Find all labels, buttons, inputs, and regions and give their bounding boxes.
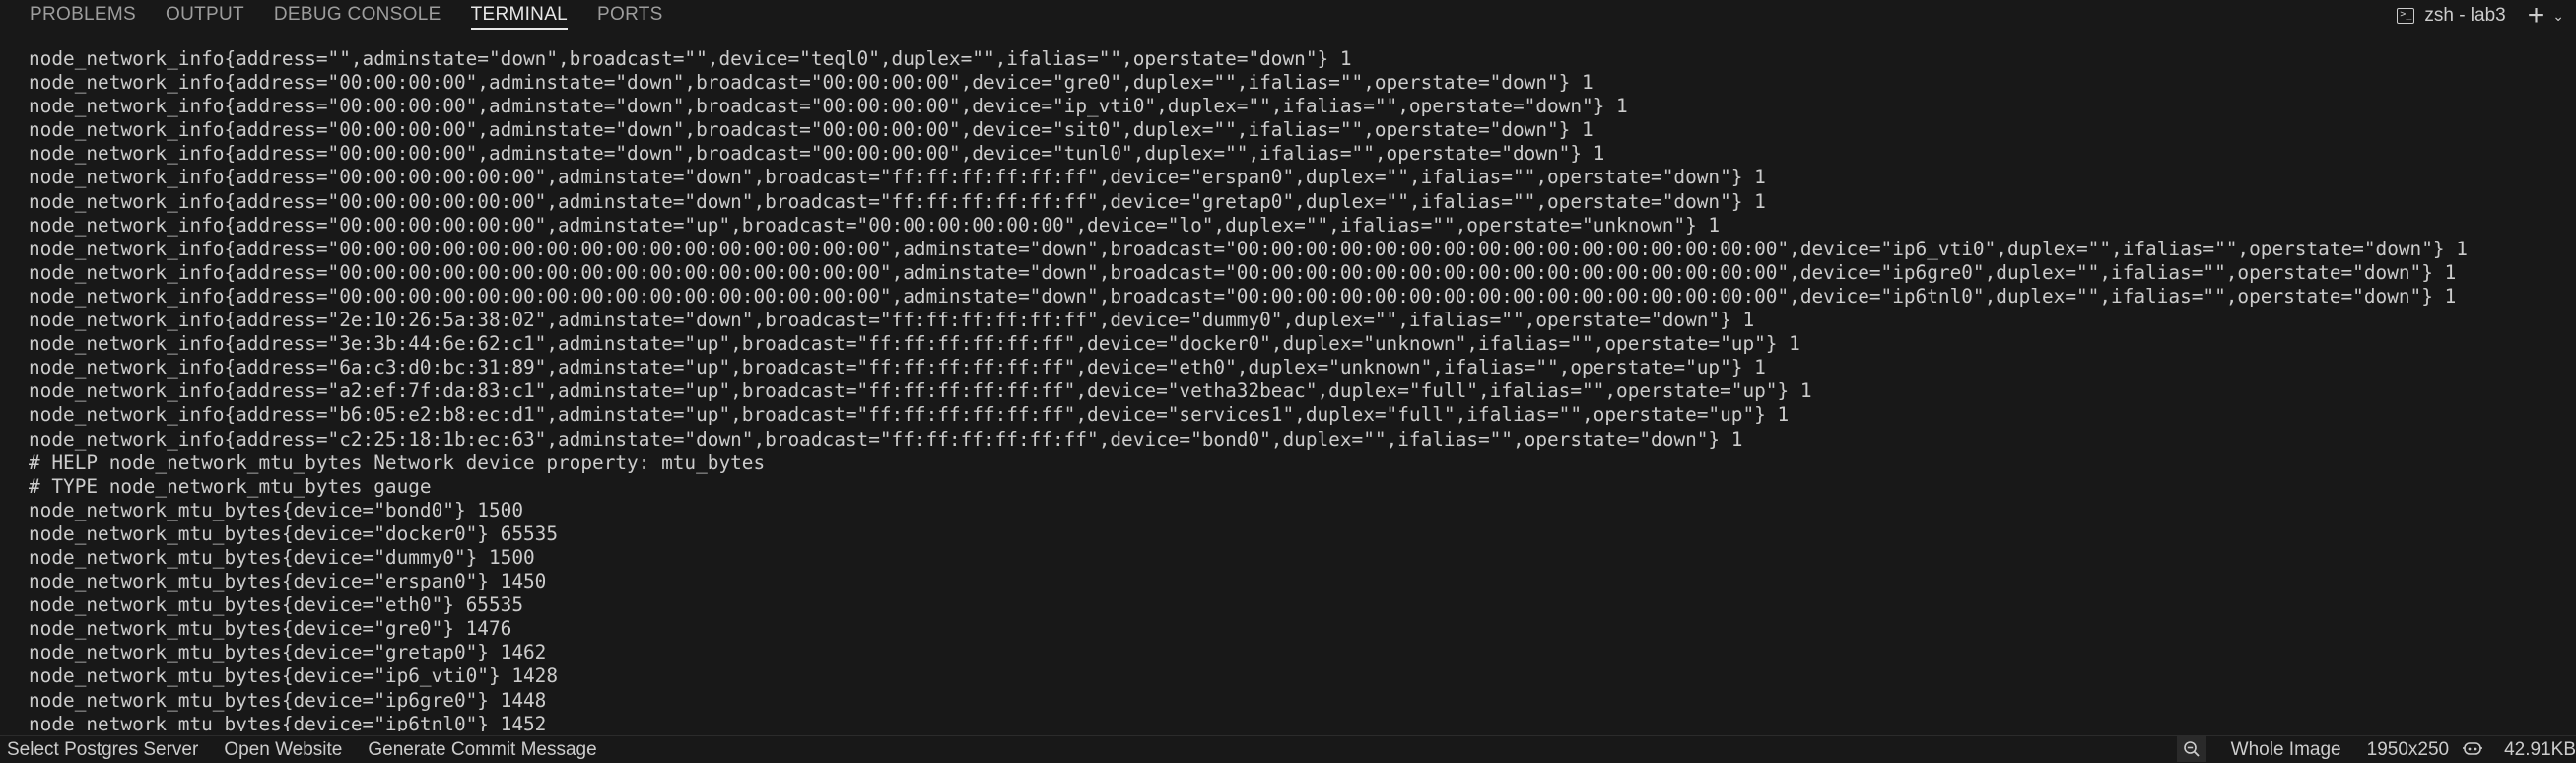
terminal-line: node_network_mtu_bytes{device="gre0"} 14… <box>29 617 512 641</box>
terminal-line: node_network_info{address="3e:3b:44:6e:6… <box>29 332 1800 356</box>
terminal-line: node_network_info{address="00:00:00:00:0… <box>29 260 2457 284</box>
terminal-line: node_network_info{address="b6:05:e2:b8:e… <box>29 403 1790 427</box>
tab-output[interactable]: OUTPUT <box>166 0 244 32</box>
terminal-title: zsh - lab3 <box>2424 5 2506 26</box>
terminal-line: node_network_mtu_bytes{device="eth0"} 65… <box>29 593 523 617</box>
terminal-line: node_network_mtu_bytes{device="erspan0"}… <box>29 570 547 593</box>
terminal-line: node_network_info{address="00:00:00:00:0… <box>29 166 1766 189</box>
terminal-line: node_network_info{address="6a:c3:d0:bc:3… <box>29 356 1766 380</box>
panel-tabbar: PROBLEMS OUTPUT DEBUG CONSOLE TERMINAL P… <box>0 0 2576 32</box>
terminal-line: node_network_info{address="a2:ef:7f:da:8… <box>29 380 1812 403</box>
image-dimensions: 1950x250 <box>2366 739 2450 760</box>
terminal-actions: >_ zsh - lab3 + ⌄ <box>2397 0 2576 32</box>
terminal-line: node_network_mtu_bytes{device="bond0"} 1… <box>29 498 523 521</box>
terminal-line: node_network_info{address="2e:10:26:5a:3… <box>29 309 1755 332</box>
image-scope[interactable]: Whole Image <box>2218 736 2354 762</box>
terminal-line: node_network_info{address="00:00:00:00",… <box>29 71 1593 95</box>
status-bar: Select Postgres Server Open Website Gene… <box>0 735 2576 762</box>
terminal-line: node_network_mtu_bytes{device="ip6_vti0"… <box>29 664 559 688</box>
terminal-line: node_network_mtu_bytes{device="ip6gre0"}… <box>29 688 547 712</box>
terminal-line: # HELP node_network_mtu_bytes Network de… <box>29 451 766 474</box>
tab-problems[interactable]: PROBLEMS <box>30 0 136 32</box>
status-bar-right: Whole Image 1950x250 42.91KB <box>2176 736 2576 762</box>
terminal-output[interactable]: node_network_info{address="",adminstate=… <box>0 47 2576 731</box>
terminal-line: node_network_mtu_bytes{device="dummy0"} … <box>29 545 535 569</box>
open-website-button[interactable]: Open Website <box>211 736 355 762</box>
terminal-line: node_network_info{address="00:00:00:00:0… <box>29 284 2457 308</box>
terminal-line: node_network_info{address="00:00:00:00:0… <box>29 189 1766 213</box>
terminal-line: node_network_mtu_bytes{device="ip6tnl0"}… <box>29 712 547 731</box>
status-bar-left: Select Postgres Server Open Website Gene… <box>0 736 610 762</box>
select-postgres-server-button[interactable]: Select Postgres Server <box>0 736 211 762</box>
terminal-line: node_network_info{address="00:00:00:00:0… <box>29 237 2468 260</box>
terminal-line: node_network_mtu_bytes{device="gretap0"}… <box>29 641 547 664</box>
terminal-line: node_network_mtu_bytes{device="docker0"}… <box>29 521 559 545</box>
zoom-out-icon[interactable] <box>2176 736 2206 762</box>
terminal-selector[interactable]: >_ zsh - lab3 <box>2397 5 2506 27</box>
terminal-line: node_network_info{address="",adminstate=… <box>29 47 1352 70</box>
terminal-line: node_network_info{address="c2:25:18:1b:e… <box>29 427 1743 451</box>
chevron-down-icon[interactable]: ⌄ <box>2552 8 2564 25</box>
terminal-line: node_network_info{address="00:00:00:00",… <box>29 95 1628 118</box>
tab-terminal[interactable]: TERMINAL <box>470 0 569 32</box>
terminal-line: node_network_info{address="00:00:00:00",… <box>29 118 1593 142</box>
terminal-line: node_network_info{address="00:00:00:00:0… <box>29 213 1721 237</box>
tab-debug-console[interactable]: DEBUG CONSOLE <box>274 0 441 32</box>
copilot-icon[interactable] <box>2462 738 2483 760</box>
file-size: 42.91KB <box>2504 739 2576 760</box>
terminal-icon: >_ <box>2397 8 2415 24</box>
terminal-line: node_network_info{address="00:00:00:00",… <box>29 142 1605 166</box>
terminal-line: # TYPE node_network_mtu_bytes gauge <box>29 474 432 498</box>
generate-commit-message-button[interactable]: Generate Commit Message <box>355 736 609 762</box>
plus-icon[interactable]: + <box>2528 1 2545 31</box>
tab-ports[interactable]: PORTS <box>597 0 663 32</box>
